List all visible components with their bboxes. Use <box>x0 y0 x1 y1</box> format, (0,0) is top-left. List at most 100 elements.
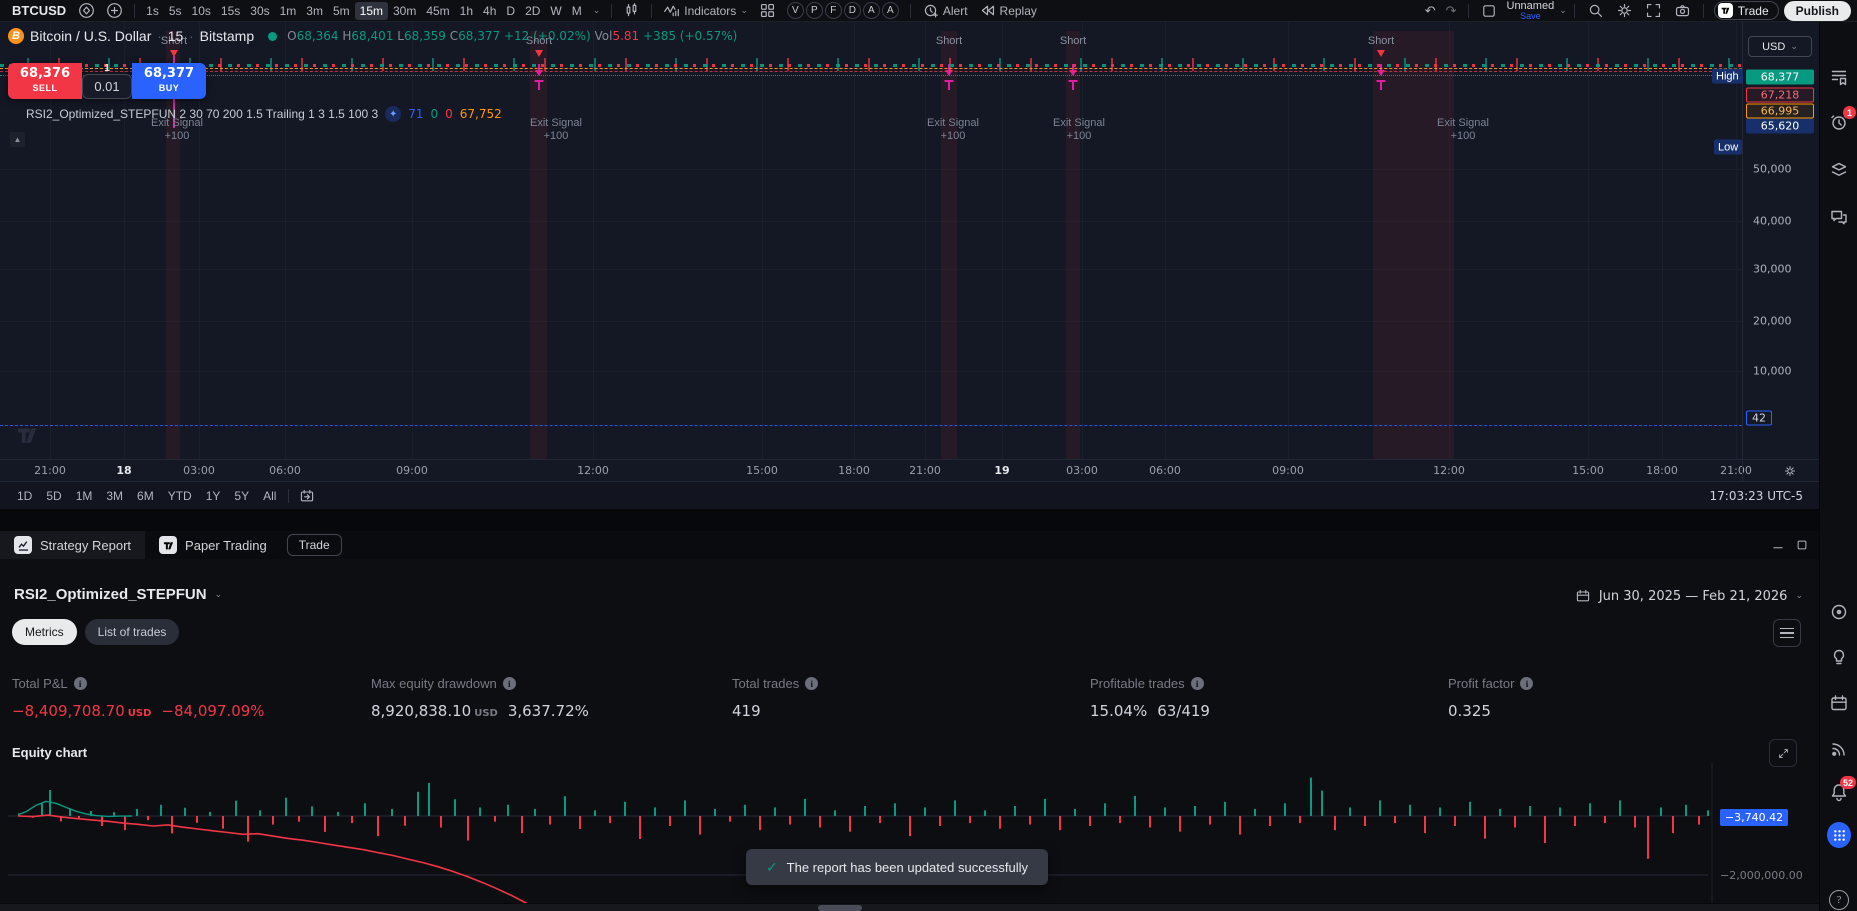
info-icon[interactable]: i <box>74 677 87 690</box>
redo-button[interactable]: ↷ <box>1442 3 1461 19</box>
trade-button[interactable]: Trade <box>1714 1 1779 20</box>
chart-pane[interactable]: ShortExit Signal+100ShortExit Signal+100… <box>0 22 1819 509</box>
compare-symbol-button[interactable] <box>101 0 128 21</box>
indicator-line[interactable] <box>0 425 1742 426</box>
quick-button-v[interactable]: V <box>787 2 804 19</box>
panel-resize-handle[interactable] <box>0 509 1819 531</box>
calendar-button[interactable] <box>1827 691 1851 715</box>
range-3m[interactable]: 3M <box>99 487 130 505</box>
go-to-date-button[interactable] <box>294 486 320 506</box>
settings-button[interactable] <box>1611 0 1638 21</box>
timeframe-M[interactable]: M <box>567 2 587 20</box>
panel-minimize-button[interactable] <box>1769 536 1787 554</box>
layout-select-button[interactable] <box>1476 1 1502 21</box>
snapshot-button[interactable] <box>1669 0 1696 21</box>
layout-name-block[interactable]: Unnamed Save <box>1504 1 1558 21</box>
quantity-field[interactable]: 0.01 <box>82 74 132 99</box>
layout-chevron-icon[interactable]: ⌄ <box>1559 5 1567 16</box>
timeframe-W[interactable]: W <box>545 2 566 20</box>
undo-button[interactable]: ↶ <box>1421 3 1440 19</box>
publish-button[interactable]: Publish <box>1784 1 1851 21</box>
date-range-selector[interactable]: Jun 30, 2025 — Feb 21, 2026 ⌄ <box>1575 588 1803 604</box>
timeframe-D[interactable]: D <box>501 2 520 20</box>
symbol-title[interactable]: Bitcoin / U.S. Dollar <box>30 28 151 44</box>
horizontal-scrollbar[interactable] <box>0 903 1819 911</box>
timeframe-10s[interactable]: 10s <box>187 2 216 20</box>
tab-strategy-report[interactable]: Strategy Report <box>0 531 145 559</box>
timeframe-1m[interactable]: 1m <box>275 2 302 20</box>
clock-label[interactable]: 17:03:23 UTC-5 <box>1710 489 1809 503</box>
market-status-icon[interactable] <box>268 32 277 41</box>
symbol-detail-icon[interactable] <box>73 0 100 21</box>
chat-button[interactable] <box>1827 205 1851 229</box>
quick-button-p[interactable]: P <box>806 2 823 19</box>
timeframe-15m[interactable]: 15m <box>355 2 388 20</box>
scrollbar-handle[interactable] <box>818 905 862 911</box>
notifications-button[interactable]: 52 <box>1827 780 1851 804</box>
timeframe-5s[interactable]: 5s <box>164 2 187 20</box>
chart-style-button[interactable] <box>618 0 645 21</box>
timeframe-1s[interactable]: 1s <box>141 2 164 20</box>
legend-collapse-button[interactable]: ▲ <box>10 132 25 147</box>
strategy-legend[interactable]: RSI2_Optimized_STEPFUN 2 30 70 200 1.5 T… <box>26 106 502 122</box>
object-tree-button[interactable] <box>1827 158 1851 182</box>
streams-button[interactable] <box>1827 600 1851 624</box>
stop-price-line[interactable] <box>0 71 1742 72</box>
strategy-name-selector[interactable]: RSI2_Optimized_STEPFUN ⌄ <box>14 586 222 603</box>
timeframe-1h[interactable]: 1h <box>455 2 478 20</box>
report-settings-button[interactable] <box>1773 619 1801 647</box>
range-1y[interactable]: 1Y <box>199 487 228 505</box>
range-5y[interactable]: 5Y <box>227 487 256 505</box>
info-icon[interactable]: i <box>1520 677 1533 690</box>
buy-button[interactable]: 68,377 BUY <box>132 63 206 99</box>
chart-canvas[interactable]: ShortExit Signal+100ShortExit Signal+100… <box>0 22 1742 459</box>
quick-button-a[interactable]: A <box>863 2 880 19</box>
info-icon[interactable]: i <box>503 677 516 690</box>
quick-button-d[interactable]: D <box>844 2 861 19</box>
range-1d[interactable]: 1D <box>10 487 39 505</box>
alert-button[interactable]: Alert <box>917 0 973 21</box>
timeframe-2D[interactable]: 2D <box>520 2 545 20</box>
entry-price-line[interactable] <box>0 68 1742 69</box>
timeframe-3m[interactable]: 3m <box>301 2 328 20</box>
help-button[interactable]: ? <box>1827 888 1851 911</box>
chart-legend-header[interactable]: B Bitcoin / U.S. Dollar · 15 · Bitstamp … <box>8 28 737 44</box>
range-ytd[interactable]: YTD <box>161 487 199 505</box>
timeframe-4h[interactable]: 4h <box>478 2 501 20</box>
currency-selector[interactable]: USD ⌄ <box>1748 36 1812 57</box>
time-axis[interactable]: 21:001803:0006:0009:0012:0015:0018:0021:… <box>0 459 1742 481</box>
sell-button[interactable]: 68,376 SELL <box>8 63 82 99</box>
save-link[interactable]: Save <box>1520 11 1541 21</box>
news-flow-button[interactable] <box>1827 737 1851 761</box>
layout-grid-button[interactable] <box>754 0 781 21</box>
indicators-button[interactable]: Indicators ⌄ <box>658 0 753 21</box>
replay-button[interactable]: Replay <box>974 0 1042 21</box>
info-icon[interactable]: i <box>1191 677 1204 690</box>
legend-sparkle-icon[interactable]: ✦ <box>385 106 401 122</box>
panel-trade-button[interactable]: Trade <box>287 534 342 556</box>
timeframe-30m[interactable]: 30m <box>388 2 421 20</box>
interval-label[interactable]: 15 <box>168 28 184 44</box>
apps-button[interactable] <box>1827 823 1851 847</box>
timeframe-15s[interactable]: 15s <box>216 2 245 20</box>
ideas-button[interactable] <box>1827 645 1851 669</box>
range-5d[interactable]: 5D <box>39 487 68 505</box>
panel-maximize-button[interactable] <box>1793 536 1811 554</box>
quick-search-button[interactable] <box>1582 0 1609 21</box>
info-icon[interactable]: i <box>805 677 818 690</box>
price-axis[interactable]: USD ⌄ 50,00040,00030,00020,00010,000 68,… <box>1742 22 1819 459</box>
fullscreen-button[interactable] <box>1640 0 1667 21</box>
more-intervals-chevron[interactable]: ⌄ <box>588 3 606 18</box>
quick-button-f[interactable]: F <box>825 2 842 19</box>
range-6m[interactable]: 6M <box>130 487 161 505</box>
strategy-legend-title[interactable]: RSI2_Optimized_STEPFUN 2 30 70 200 1.5 T… <box>26 107 378 121</box>
quick-button-a[interactable]: A <box>882 2 899 19</box>
tab-list-of-trades[interactable]: List of trades <box>85 619 180 645</box>
range-1m[interactable]: 1M <box>69 487 100 505</box>
exchange-label[interactable]: Bitstamp <box>200 28 254 44</box>
timeframe-45m[interactable]: 45m <box>421 2 454 20</box>
tab-metrics[interactable]: Metrics <box>12 619 77 645</box>
timeframe-30s[interactable]: 30s <box>245 2 274 20</box>
watchlist-button[interactable] <box>1827 65 1851 89</box>
alerts-button[interactable]: 1 <box>1827 110 1851 134</box>
